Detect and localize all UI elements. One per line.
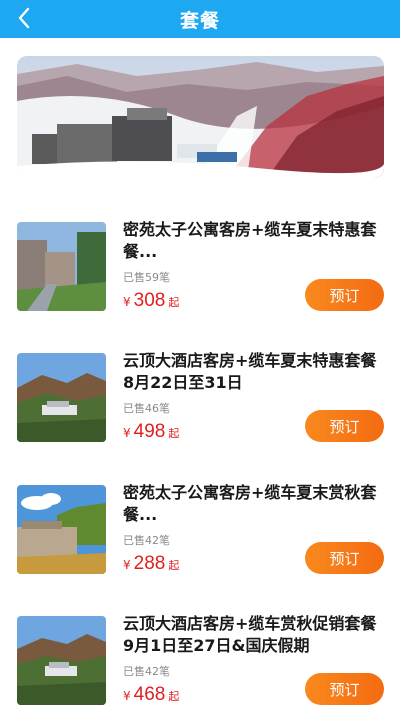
price-value: 498 bbox=[133, 421, 166, 442]
back-button[interactable] bbox=[6, 3, 42, 33]
chevron-left-icon bbox=[18, 7, 30, 29]
price-value: 288 bbox=[133, 553, 166, 574]
package-item[interactable]: 云顶大酒店客房+缆车夏末特惠套餐 8月22日至31日 已售46笔 ¥ 498 起… bbox=[0, 351, 400, 473]
package-title: 云顶大酒店客房+缆车赏秋促销套餐 9月1日至27日&国庆假期 bbox=[123, 614, 377, 655]
price-currency: ¥ bbox=[123, 295, 131, 309]
sold-count: 已售42笔 bbox=[123, 665, 170, 678]
price: ¥ 498 起 bbox=[123, 421, 179, 443]
banner-image[interactable] bbox=[17, 56, 384, 178]
price: ¥ 288 起 bbox=[123, 553, 179, 575]
package-thumbnail[interactable] bbox=[17, 616, 106, 705]
sold-count: 已售59笔 bbox=[123, 271, 170, 284]
price-value: 468 bbox=[133, 684, 166, 705]
price-currency: ¥ bbox=[123, 558, 131, 572]
price-value: 308 bbox=[133, 290, 166, 311]
sold-count: 已售42笔 bbox=[123, 534, 170, 547]
book-button[interactable]: 预订 bbox=[305, 542, 384, 574]
package-thumbnail[interactable] bbox=[17, 222, 106, 311]
price-currency: ¥ bbox=[123, 689, 131, 703]
price-currency: ¥ bbox=[123, 426, 131, 440]
book-button[interactable]: 预订 bbox=[305, 410, 384, 442]
price: ¥ 468 起 bbox=[123, 684, 179, 706]
package-item[interactable]: 云顶大酒店客房+缆车赏秋促销套餐 9月1日至27日&国庆假期 已售42笔 ¥ 4… bbox=[0, 614, 400, 711]
price-suffix: 起 bbox=[168, 690, 180, 703]
package-title: 云顶大酒店客房+缆车夏末特惠套餐 8月22日至31日 bbox=[123, 351, 377, 392]
page-title: 套餐 bbox=[179, 9, 220, 32]
price: ¥ 308 起 bbox=[123, 290, 179, 312]
sold-count: 已售46笔 bbox=[123, 402, 170, 415]
package-thumbnail[interactable] bbox=[17, 353, 106, 442]
price-suffix: 起 bbox=[168, 559, 180, 572]
package-thumbnail[interactable] bbox=[17, 485, 106, 574]
book-button[interactable]: 预订 bbox=[305, 673, 384, 705]
book-button[interactable]: 预订 bbox=[305, 279, 384, 311]
package-item[interactable]: 密苑太子公寓客房+缆车夏末赏秋套餐... 已售42笔 ¥ 288 起 预订 bbox=[0, 483, 400, 605]
package-title: 密苑太子公寓客房+缆车夏末赏秋套餐... bbox=[123, 483, 377, 524]
price-suffix: 起 bbox=[168, 296, 180, 309]
app-header: 套餐 bbox=[0, 0, 400, 38]
package-item[interactable]: 密苑太子公寓客房+缆车夏末特惠套餐... 已售59笔 ¥ 308 起 预订 bbox=[0, 220, 400, 342]
price-suffix: 起 bbox=[168, 427, 180, 440]
package-title: 密苑太子公寓客房+缆车夏末特惠套餐... bbox=[123, 220, 377, 261]
